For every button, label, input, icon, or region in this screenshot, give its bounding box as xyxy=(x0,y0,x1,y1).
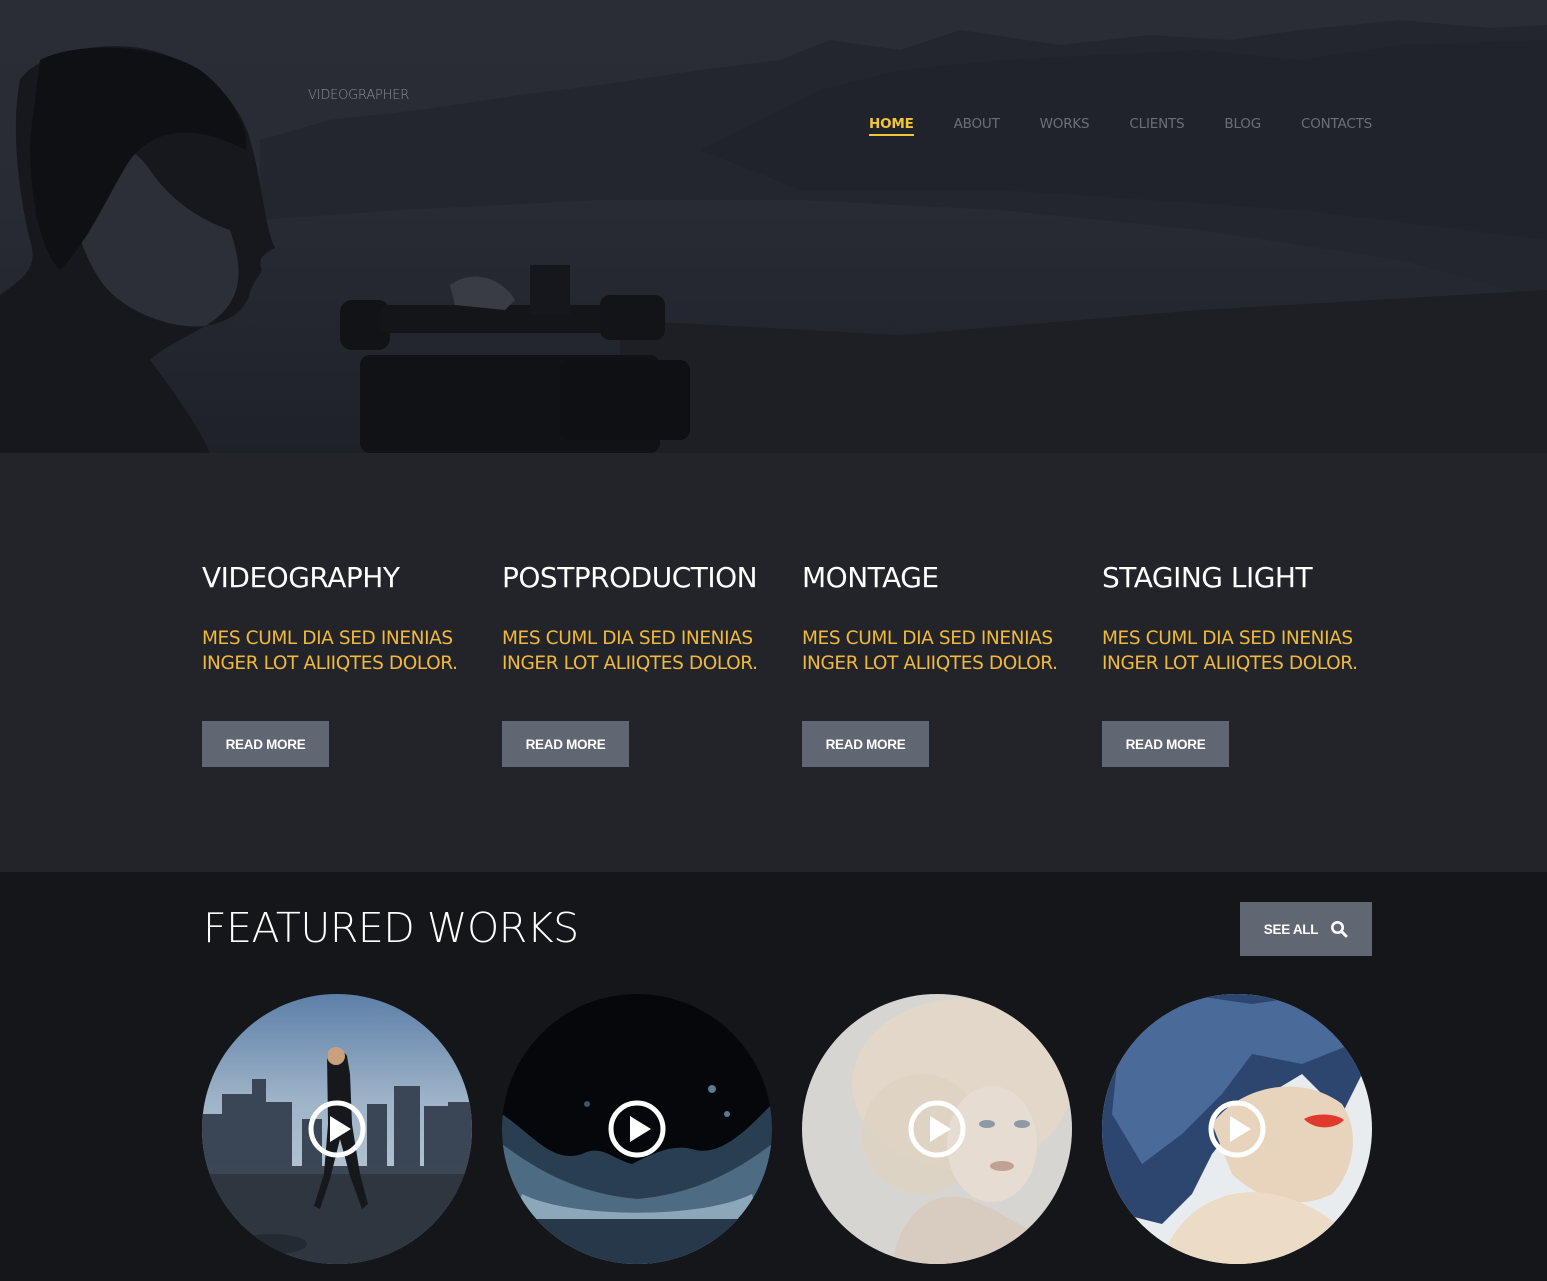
play-icon[interactable] xyxy=(907,1099,967,1159)
service-title: MONTAGE xyxy=(802,561,939,594)
service-title: STAGING LIGHT xyxy=(1102,561,1313,594)
section-title: FEATURED WORKS xyxy=(203,904,579,952)
service-description: MES CUML DIA SED INENIAS INGER LOT ALIIQT… xyxy=(802,628,1058,674)
services-section: VIDEOGRAPHY MES CUML DIA SED INENIAS INGE… xyxy=(0,453,1547,872)
work-thumbnail[interactable] xyxy=(802,994,1072,1264)
work-thumbnail[interactable] xyxy=(1102,994,1372,1264)
nav-clients[interactable]: CLIENTS xyxy=(1129,116,1184,136)
nav-home[interactable]: HOME xyxy=(868,116,914,136)
site-logo[interactable]: VIDEOGRAPHER xyxy=(308,88,409,103)
main-nav: HOME ABOUT WORKS CLIENTS BLOG CONTACTS xyxy=(868,116,1372,136)
nav-blog[interactable]: BLOG xyxy=(1224,116,1261,136)
service-title: POSTPRODUCTION xyxy=(502,561,758,594)
nav-contacts[interactable]: CONTACTS xyxy=(1301,116,1372,136)
see-all-label: SEE ALL xyxy=(1263,921,1319,937)
service-description: MES CUML DIA SED INENIAS INGER LOT ALIIQT… xyxy=(1102,628,1358,674)
read-more-button[interactable]: READ MORE xyxy=(1102,721,1229,767)
nav-about[interactable]: ABOUT xyxy=(954,116,1000,136)
hero-background-image xyxy=(0,20,1547,453)
search-icon xyxy=(1331,921,1348,938)
see-all-button[interactable]: SEE ALL xyxy=(1240,902,1372,956)
service-description: MES CUML DIA SED INENIAS INGER LOT ALIIQT… xyxy=(202,628,458,674)
play-icon[interactable] xyxy=(1207,1099,1267,1159)
service-title: VIDEOGRAPHY xyxy=(202,561,400,594)
nav-works[interactable]: WORKS xyxy=(1040,116,1090,136)
play-icon[interactable] xyxy=(607,1099,667,1159)
work-thumbnail[interactable] xyxy=(202,994,472,1264)
work-thumbnail[interactable] xyxy=(502,994,772,1264)
read-more-button[interactable]: READ MORE xyxy=(502,721,629,767)
read-more-button[interactable]: READ MORE xyxy=(202,721,329,767)
read-more-button[interactable]: READ MORE xyxy=(802,721,929,767)
service-description: MES CUML DIA SED INENIAS INGER LOT ALIIQT… xyxy=(502,628,758,674)
featured-works-section: FEATURED WORKS SEE ALL xyxy=(0,872,1547,1281)
play-icon[interactable] xyxy=(307,1099,367,1159)
hero-banner: VIDEOGRAPHER HOME ABOUT WORKS CLIENTS BL… xyxy=(0,0,1547,453)
